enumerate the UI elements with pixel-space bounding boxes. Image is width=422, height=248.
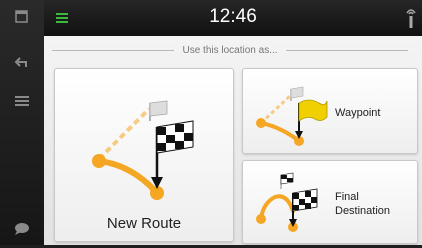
final-destination-icon [251, 167, 331, 242]
back-button[interactable] [0, 48, 44, 82]
back-arrow-icon [14, 56, 30, 75]
map-view-icon [15, 9, 29, 29]
heading-text: Use this location as... [182, 44, 278, 56]
new-route-label: New Route [106, 215, 182, 232]
final-destination-button[interactable]: Final Destination [242, 160, 418, 244]
map-view-button[interactable] [0, 2, 44, 36]
final-destination-label-line2: Destination [335, 205, 391, 217]
status-bar: 12:46 [44, 0, 422, 36]
waypoint-icon [251, 77, 331, 152]
new-route-icon [77, 83, 217, 208]
gps-antenna-icon[interactable] [406, 8, 416, 35]
heading-divider-right [285, 49, 409, 51]
new-route-button[interactable]: New Route [54, 68, 234, 242]
location-action-dialog: Use this location as... New Route Waypoi… [44, 36, 422, 245]
menu-icon [14, 94, 30, 113]
final-destination-label-line1: Final [335, 191, 359, 203]
waypoint-button[interactable]: Waypoint [242, 68, 418, 154]
heading-divider-left [52, 49, 175, 51]
menu-button[interactable] [0, 86, 44, 120]
sidebar [0, 0, 44, 245]
speech-bubble-icon [13, 222, 31, 241]
clock: 12:46 [209, 6, 257, 27]
dialog-heading: Use this location as... [52, 40, 409, 60]
waypoint-label: Waypoint [335, 107, 381, 119]
speech-button[interactable] [0, 214, 44, 248]
